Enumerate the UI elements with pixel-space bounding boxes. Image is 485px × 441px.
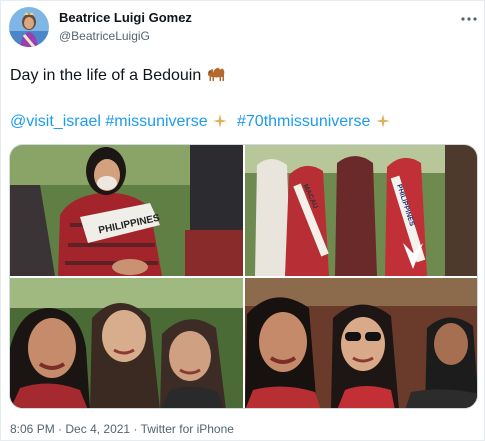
separator: · [133,422,138,436]
sparkles-icon [212,113,228,135]
hashtag-missuniverse[interactable]: #missuniverse [105,113,207,130]
photo-1[interactable]: PHILIPPINES [10,145,243,276]
tweet-card: Beatrice Luigi Gomez @BeatriceLuigiG Day… [0,0,485,441]
tweet-date[interactable]: Dec 4, 2021 [65,422,130,436]
author-name[interactable]: Beatrice Luigi Gomez [59,10,192,25]
photo-3[interactable] [10,278,243,408]
sparkles-icon [375,113,391,135]
mention-visit-israel[interactable]: @visit_israel [10,113,101,130]
more-options-button[interactable] [457,7,481,31]
tweet-metadata: 8:06 PM · Dec 4, 2021 · Twitter for iPho… [10,422,234,436]
photo-2[interactable]: MACAU PHILIPPINES [245,145,477,276]
tweet-time[interactable]: 8:06 PM [10,422,55,436]
tweet-text-line-2: @visit_israel #missuniverse #70thmissuni… [10,112,391,135]
tweet-source[interactable]: Twitter for iPhone [141,422,234,436]
tweet-text-line-1: Day in the life of a Bedouin [10,65,228,89]
media-grid: PHILIPPINES MACAU PHILIPPINES [9,144,478,409]
separator: · [58,422,63,436]
tweet-text: Day in the life of a Bedouin [10,67,206,84]
hashtag-70thmissuniverse[interactable]: #70thmissuniverse [237,113,370,130]
author-handle[interactable]: @BeatriceLuigiG [59,29,150,43]
more-horizontal-icon [461,17,477,21]
camel-emoji-icon [206,65,228,89]
photo-4[interactable] [245,278,477,408]
avatar[interactable] [9,7,49,47]
